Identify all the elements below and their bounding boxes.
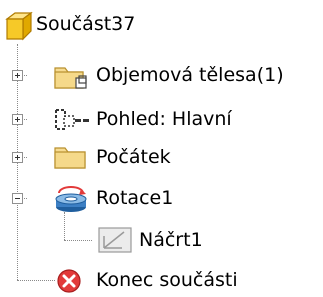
tree-root-label: Součást37 [36, 13, 136, 35]
tree-item-label: Rotace1 [96, 187, 174, 209]
expand-toggle[interactable] [12, 152, 23, 163]
revolve-feature-icon [55, 186, 87, 212]
tree-item-label: Pohled: Hlavní [96, 108, 232, 130]
view-icon [55, 109, 89, 130]
origin-folder-icon [54, 147, 86, 169]
end-of-part-icon [57, 269, 81, 293]
tree-item-label: Konec součásti [96, 269, 238, 291]
sketch-icon [98, 227, 132, 253]
model-browser-tree: Součást37 Objemová tělesa(1) Pohled: Hla… [0, 0, 323, 297]
collapse-toggle[interactable] [12, 193, 23, 204]
tree-line-child [64, 212, 65, 240]
expand-toggle[interactable] [12, 70, 23, 81]
solid-bodies-folder-icon [54, 67, 87, 89]
expand-toggle[interactable] [12, 114, 23, 125]
tree-item-label: Počátek [96, 146, 171, 168]
tree-item-label: Náčrt1 [139, 229, 203, 251]
tree-line-child-h [64, 240, 92, 241]
tree-line-h6 [17, 280, 55, 281]
part-icon [5, 11, 33, 41]
tree-item-label: Objemová tělesa(1) [96, 64, 284, 86]
